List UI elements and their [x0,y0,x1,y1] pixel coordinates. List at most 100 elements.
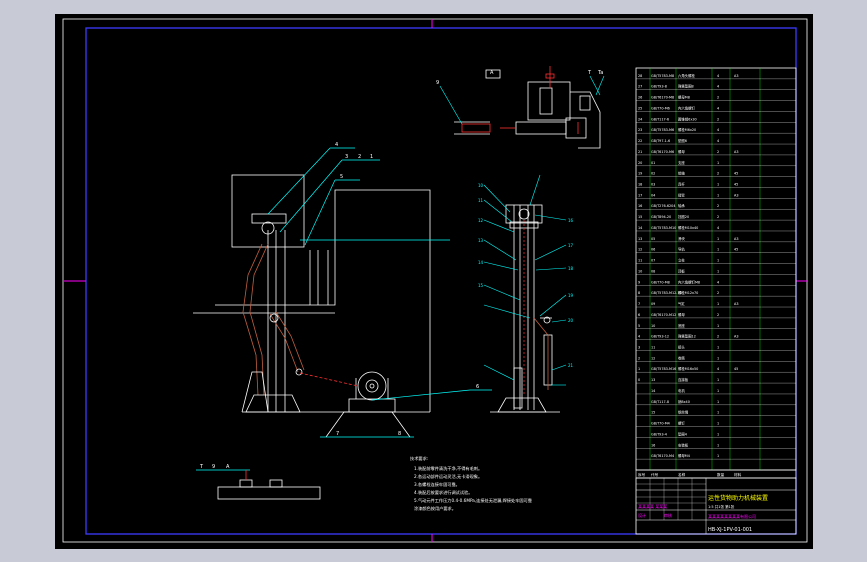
bom-cell-qty: 1 [717,237,719,241]
bom-cell-no: 15 [638,215,642,219]
bom-cell-no: 0 [638,378,640,382]
bom-cell-name: 垫圈4 [678,431,687,436]
bom-cell-no: 20 [638,161,642,165]
svg-text:16: 16 [568,218,574,223]
bom-cell-no: 9 [638,280,640,284]
svg-text:19: 19 [568,293,574,298]
bom-cell-no: 22 [638,139,642,143]
bom-cell-name: 导轨 [678,247,685,252]
bom-cell-qty: 4 [717,128,719,132]
bom-cell-no: 27 [638,85,642,89]
svg-text:11: 11 [478,198,484,203]
bom-cell-name: 螺母 [678,149,685,154]
bom-cell-name: 螺钉 [678,421,685,426]
scale-info: 1:5 共1张 第1张 [708,504,735,509]
bom-cell-qty: 2 [717,313,719,317]
bom-cell-qty: 1 [717,345,719,349]
bom-header-qty: 数量 [717,472,725,477]
bom-cell-code: GB/T93-8 [651,85,667,89]
bom-header-no: 序号 [638,472,646,477]
bom-cell-name: 销8x40 [678,399,690,404]
bom-cell-no: 3 [638,345,640,349]
bom-cell-qty: 1 [717,400,719,404]
bom-cell-qty: 1 [717,411,719,415]
bom-cell-name: 内六角螺钉 [678,105,696,110]
bom-cell-name: 轴承 [678,203,685,208]
svg-text:A: A [226,464,230,470]
bom-cell-code: GB/T93-12 [651,335,669,339]
svg-text:4: 4 [335,142,338,148]
svg-text:13: 13 [478,238,484,243]
bom-cell-no: 17 [638,193,642,197]
bom-cell-code: 02 [651,172,655,176]
bom-cell-qty: 1 [717,443,719,447]
bom-cell-qty: 1 [717,432,719,436]
bom-cell-no: 1 [638,367,640,371]
bom-cell-code: GB/T97.1-6 [651,139,670,143]
bom-cell-code: GB/T6170-M8 [651,96,674,100]
bom-cell-name: 垫圈6 [678,138,687,143]
bom-cell-code: 14 [651,389,655,393]
bom-cell-name: 螺栓M12x70 [678,290,698,295]
bom-cell-code: GB/T5783-M10 [651,226,676,230]
bom-cell-code: 16 [651,443,655,447]
bom-cell-material: 45 [734,248,738,252]
bom-cell-code: 11 [651,345,655,349]
bom-cell-qty: 4 [717,139,719,143]
svg-text:18: 18 [568,266,574,271]
tech-line: 涂漆颜色按用户要求。 [414,505,456,512]
svg-text:14: 14 [478,260,484,265]
tech-line: 3.各螺栓连接牢固可靠。 [414,481,460,488]
bom-cell-no: 8 [638,291,640,295]
tech-line: 1.装配前零件清洗干净,不得有毛刺。 [414,465,482,472]
bom-cell-name: 连接板 [678,377,689,382]
bom-cell-qty: 4 [717,280,719,284]
bom-header-code: 代号 [651,472,659,477]
bom-cell-no: 26 [638,96,642,100]
bom-cell-qty: 1 [717,269,719,273]
bom-cell-no: 28 [638,74,642,78]
bom-cell-no: 14 [638,226,642,230]
bom-cell-code: 09 [651,302,655,306]
bom-cell-no: 7 [638,302,640,306]
bom-cell-no: 25 [638,106,642,110]
bom-cell-qty: 2 [717,204,719,208]
bom-cell-code: GB/T93-4 [651,432,667,436]
bom-cell-no: 6 [638,313,640,317]
bom-cell-qty: 1 [717,454,719,458]
bom-cell-no: 4 [638,335,640,339]
checker-label: 审核 [664,512,672,518]
bom-cell-qty: 1 [717,324,719,328]
bom-cell-qty: 4 [717,226,719,230]
bom-cell-qty: 1 [717,356,719,360]
bom-cell-name: 弹簧垫圈12 [678,334,696,339]
bom-cell-material: A3 [734,302,738,306]
svg-text:8: 8 [398,431,401,437]
bom-cell-qty: 4 [717,106,719,110]
bom-cell-name: 圆锥销6x30 [678,116,697,121]
tech-line: 5.气动元件工作压力0.4-0.6MPa,连接处无泄漏,焊接处牢固可靠 [414,497,532,504]
bom-cell-code: GB/T70-M4 [651,422,670,426]
svg-text:1: 1 [370,154,373,160]
bom-cell-name: 螺母M8 [678,95,690,100]
bom-cell-name: 弹簧垫圈8 [678,84,694,89]
bom-cell-name: 内六角螺钉M8 [678,279,700,284]
bom-cell-code: 06 [651,248,655,252]
bom-cell-qty: 2 [717,291,719,295]
bom-cell-code: GB/T894-20 [651,215,671,219]
bom-cell-material: 45 [734,183,738,187]
bom-cell-name: 钢丝绳 [678,410,689,415]
bom-cell-qty: 1 [717,248,719,252]
bom-cell-material: 45 [734,367,738,371]
bom-cell-code: GB/T5783-M8 [651,74,674,78]
bom-cell-qty: 2 [717,150,719,154]
svg-text:Ta: Ta [597,70,603,76]
bom-cell-material: 45 [734,172,738,176]
bom-cell-name: 顶板 [678,268,685,273]
svg-text:15: 15 [478,283,484,288]
bom-cell-qty: 4 [717,367,719,371]
bom-cell-material: A3 [734,150,738,154]
bom-cell-code: GB/T6170-M12 [651,313,676,317]
tech-heading: 技术要求: [410,455,428,462]
svg-text:9: 9 [436,80,439,86]
